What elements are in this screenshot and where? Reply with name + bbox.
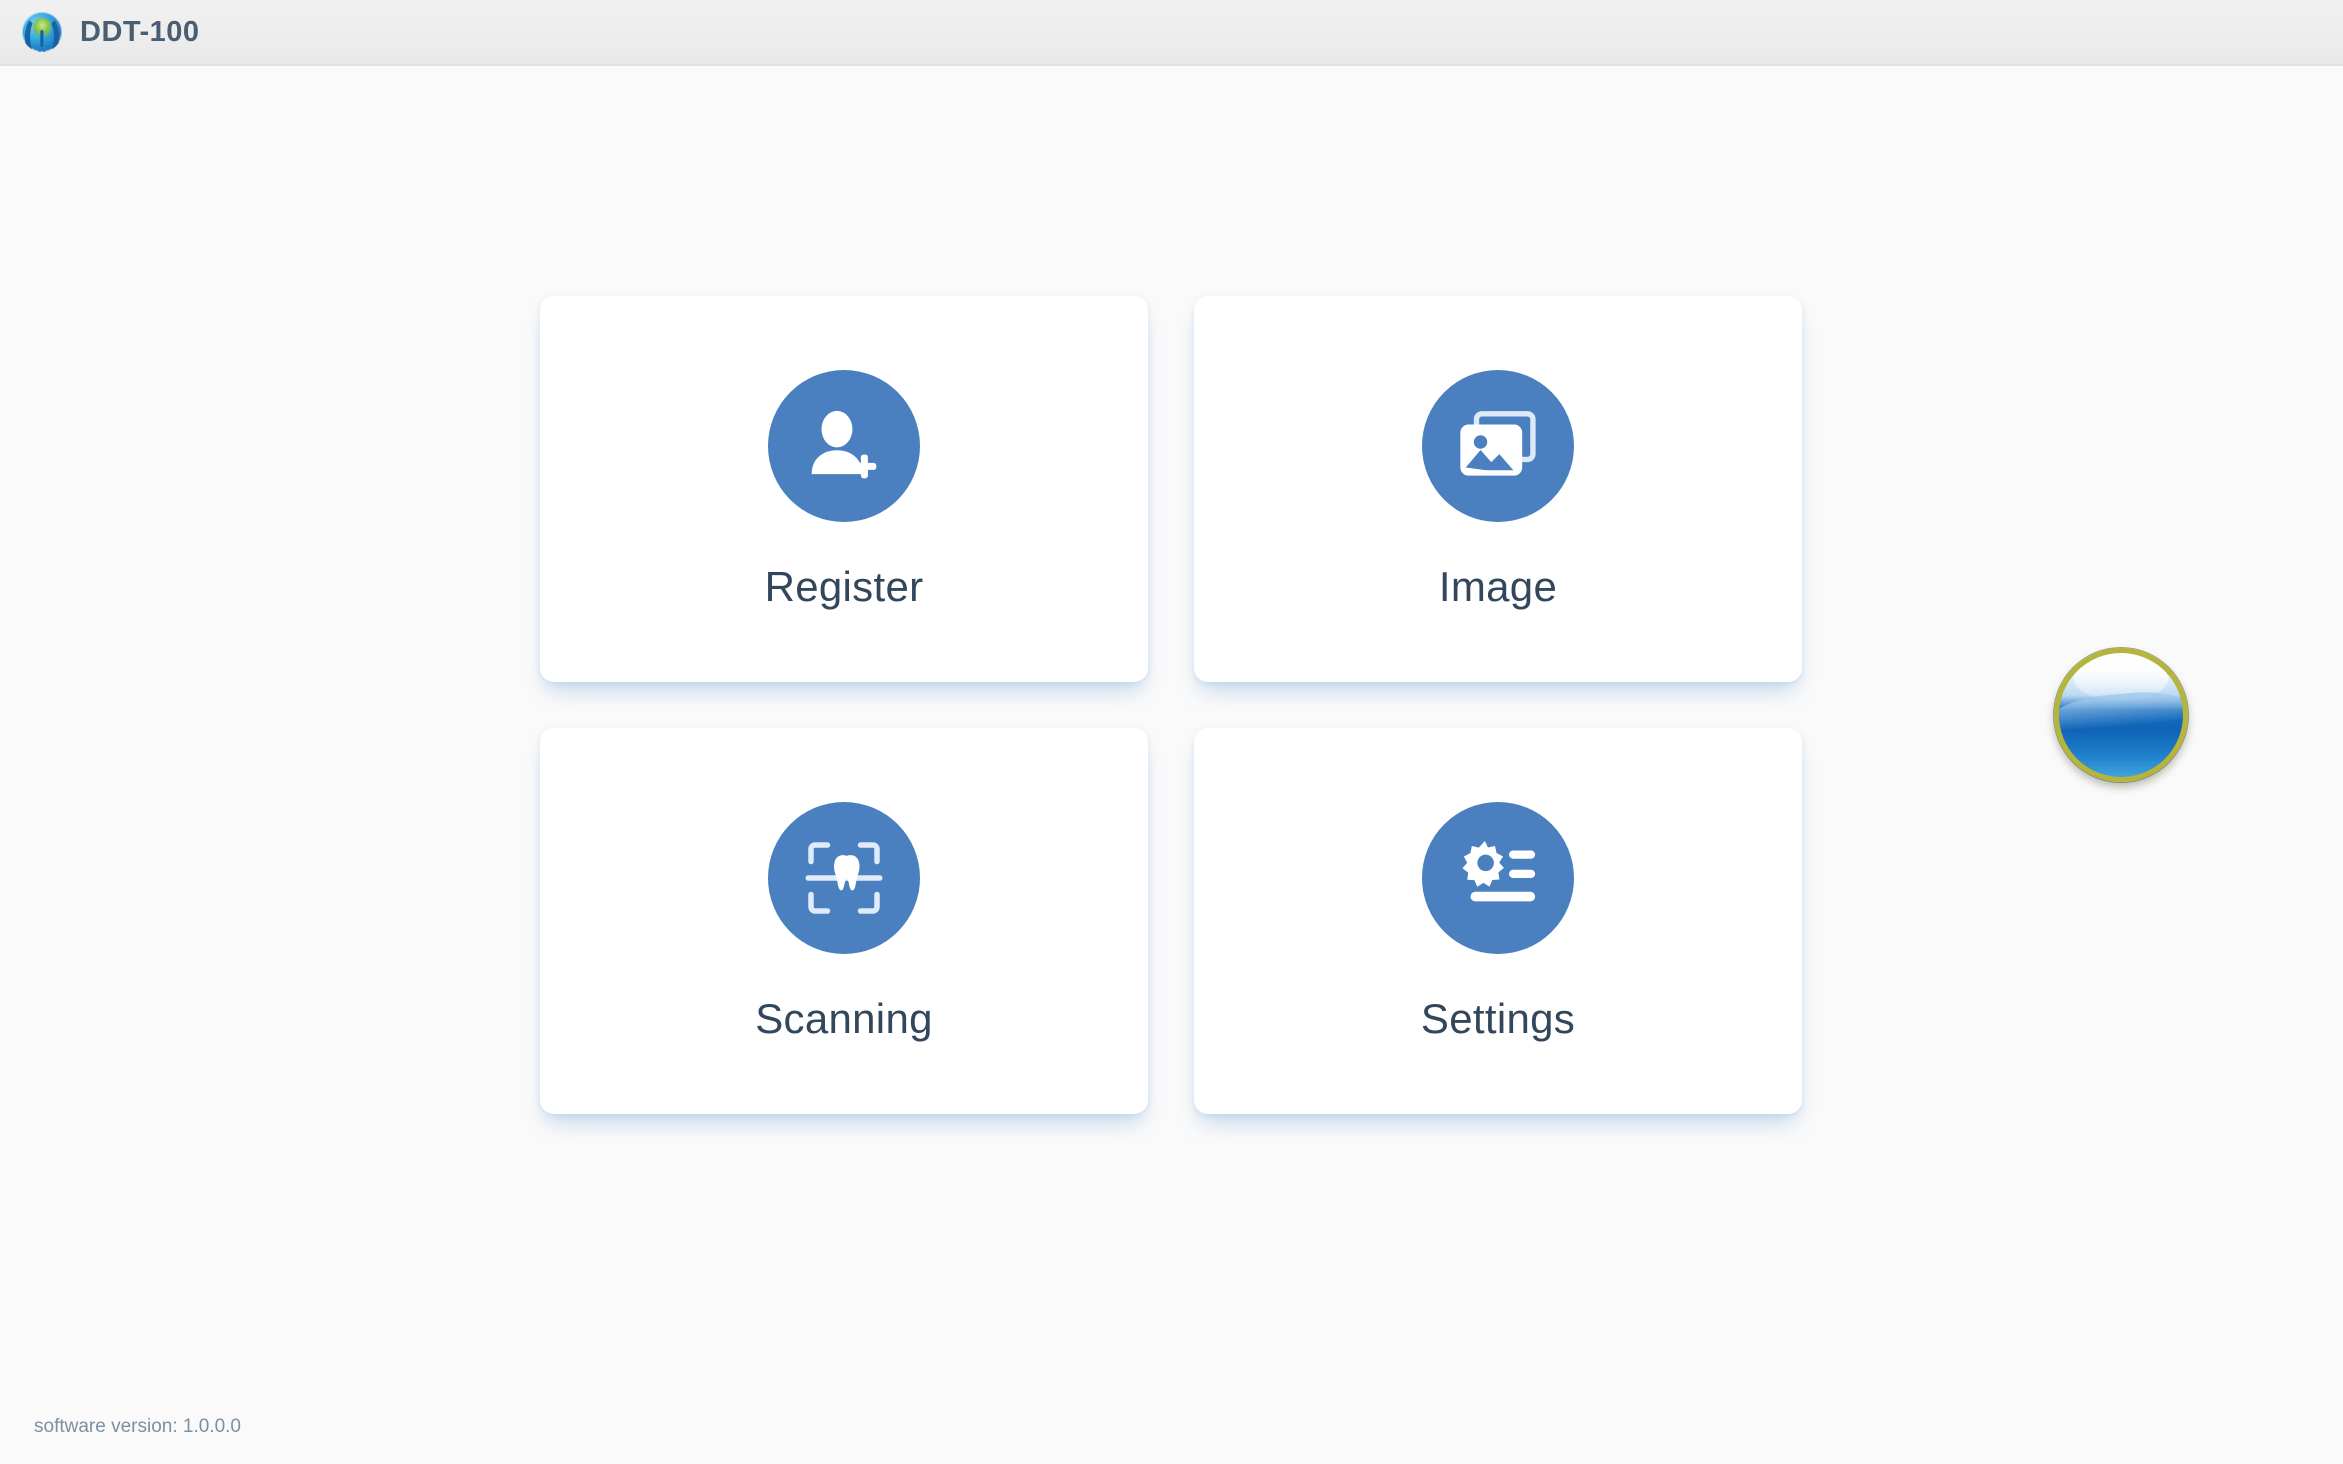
tooth-scan-icon (768, 802, 920, 954)
title-bar: DDT-100 (0, 0, 2343, 66)
tile-scanning[interactable]: Scanning (540, 728, 1148, 1114)
tile-settings[interactable]: Settings (1194, 728, 1802, 1114)
tile-label: Settings (1420, 995, 1576, 1042)
tile-label: Image (1438, 563, 1558, 610)
software-version-label: software version: 1.0.0.0 (34, 1416, 241, 1437)
status-orb-icon[interactable] (2054, 648, 2188, 782)
orb-wave (2059, 687, 2183, 733)
app-title: DDT-100 (80, 15, 200, 48)
tile-register[interactable]: Register (540, 296, 1148, 682)
tile-image[interactable]: Image (1194, 296, 1802, 682)
ddt-emblem-icon (22, 12, 62, 52)
user-add-icon (768, 370, 920, 522)
gear-list-icon (1422, 802, 1574, 954)
main-menu-grid: Register Image Scanning Settings (540, 296, 1802, 1114)
picture-icon (1422, 370, 1574, 522)
logo-stem (40, 29, 44, 48)
tile-label: Register (764, 563, 924, 610)
tile-label: Scanning (755, 995, 933, 1042)
